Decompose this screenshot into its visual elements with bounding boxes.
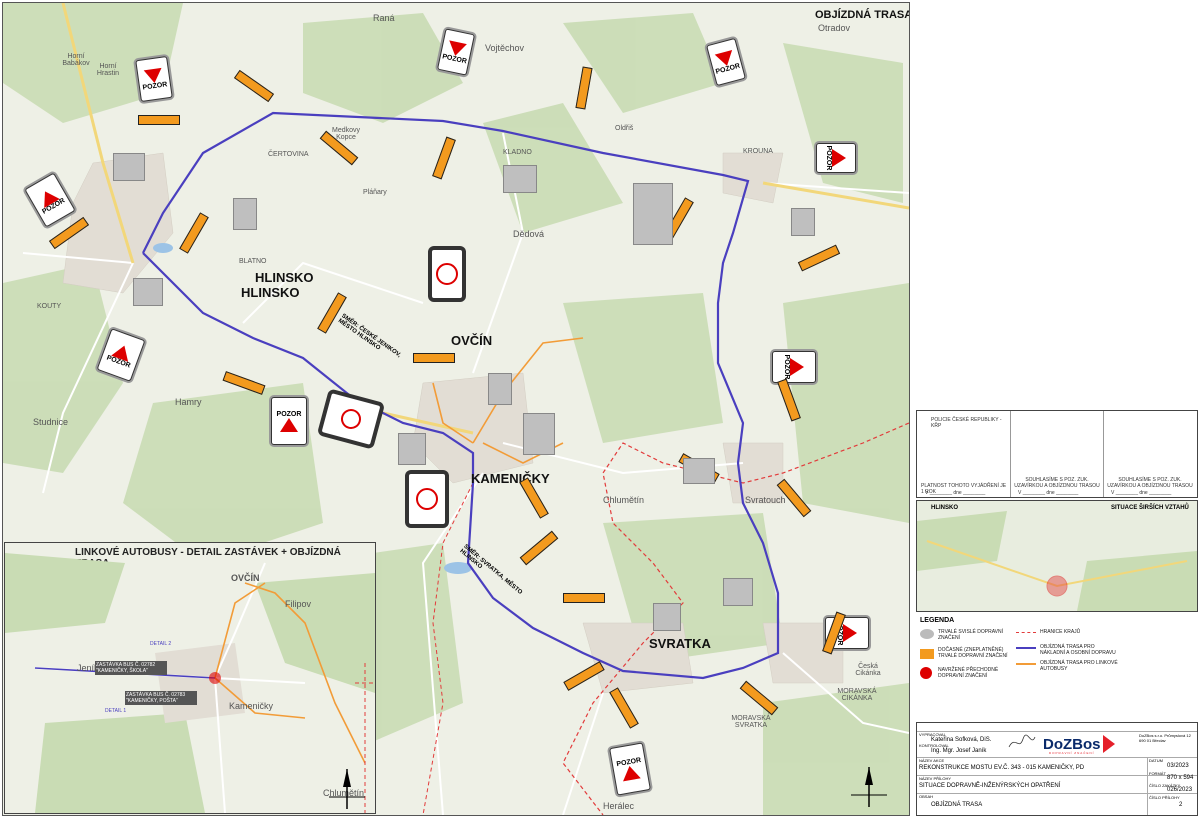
- pozor-sign: POZOR: [271, 397, 307, 445]
- approvals-panel: POLICIE ČESKÉ REPUBLIKY - KŘP PLATNOST T…: [916, 410, 1198, 498]
- existing-sign-group: [633, 183, 673, 245]
- existing-sign-group: [488, 373, 512, 405]
- existing-sign-group: [233, 198, 257, 230]
- detail-label: DETAIL 1: [105, 708, 127, 714]
- existing-sign-group: [398, 433, 426, 465]
- drawing-name: SITUACE DOPRAVNĚ-INŽENÝRSKÝCH OPATŘENÍ: [919, 783, 1061, 789]
- town-heralec: Herálec: [603, 801, 635, 811]
- approval-col-3: SOUHLASÍME S POZ. ZUK. UZAVÍRKOU A OBJÍZ…: [1107, 477, 1193, 496]
- existing-sign-group: [791, 208, 815, 236]
- content-name: OBJÍZDNÁ TRASA: [931, 802, 983, 808]
- town-vojtechov: Vojtěchov: [485, 43, 525, 53]
- town-horni-hrastin: Horní Hrastin: [96, 63, 120, 77]
- region-border-swatch: [1016, 632, 1036, 633]
- appendix-number: 2: [1179, 802, 1183, 808]
- signature: [1007, 733, 1037, 753]
- title-block: VYPRACOVAL Kateřina Sofková, DiS. KONTRO…: [916, 722, 1198, 816]
- bus-detail-inset[interactable]: LINKOVÉ AUTOBUSY - DETAIL ZASTÁVEK + OBJ…: [4, 542, 376, 814]
- bus-route-swatch: [1016, 663, 1036, 665]
- wider-title: SITUACE ŠIRŠÍCH VZTAHŮ: [1111, 505, 1189, 511]
- town-studnice: Studnice: [33, 417, 69, 427]
- bus-stop-label: ZASTÁVKA BUS Č. 02783 "KAMENIČKY, POŠTA": [125, 691, 197, 705]
- bus-stop-label: ZASTÁVKA BUS Č. 02782 "KAMENIČKY, ŠKOLA": [95, 661, 167, 675]
- existing-sign-group: [723, 578, 753, 606]
- legend-title: LEGENDA: [920, 617, 955, 624]
- existing-sign-group: [113, 153, 145, 181]
- order-number: 026/2023: [1167, 787, 1193, 793]
- town-blatno: BLATNO: [239, 258, 267, 265]
- project-name: REKONSTRUKCE MOSTU EV.Č. 343 - 015 KAMEN…: [919, 765, 1085, 771]
- wider-hlinsko: HLINSKO: [931, 505, 958, 511]
- wider-relations-panel: SITUACE ŠIRŠÍCH VZTAHŮ HLINSKO: [916, 500, 1198, 612]
- temp-direction-sign: [413, 353, 455, 363]
- approval-col-2: SOUHLASÍME S POZ. ZUK. UZAVÍRKOU A OBJÍZ…: [1010, 411, 1104, 497]
- town-hamry: Hamry: [175, 397, 202, 407]
- existing-sign-group: [503, 165, 537, 193]
- closure-info-sign: [408, 473, 446, 525]
- town-moravska-cikanka: MORAVSKÁ CIKÁNKA: [837, 688, 877, 702]
- town-planary: Pláňary: [363, 189, 387, 196]
- proposed-sign-icon: [920, 667, 932, 679]
- pozor-sign: POZOR: [135, 55, 173, 103]
- north-arrow-icon: [849, 763, 889, 809]
- town-rana: Raná: [373, 13, 395, 23]
- inset-ovcin: OVČÍN: [231, 573, 260, 583]
- town-hlinsko-1: HLINSKO: [255, 270, 314, 285]
- legend-panel: LEGENDA TRVALÉ SVISLÉ DOPRAVNÍ ZNAČENÍ D…: [920, 617, 1118, 679]
- temporary-sign-icon: [920, 649, 934, 659]
- town-kladno: KLADNO: [503, 149, 532, 156]
- town-ceska-cikanka: Česká Cikánka: [855, 663, 881, 677]
- town-krouna: KROUNA: [743, 148, 773, 155]
- pozor-sign: POZOR: [816, 143, 856, 173]
- existing-sign-group: [523, 413, 555, 455]
- existing-sign-group: [133, 278, 163, 306]
- town-svratka: SVRATKA: [649, 636, 711, 651]
- checker-name: Ing. Mgr. Josef Janík: [931, 748, 987, 754]
- town-certovina: ČERTOVINA: [268, 151, 309, 158]
- town-kamenicky: KAMENIČKY: [471, 471, 550, 486]
- pozor-sign: POZOR: [772, 351, 816, 383]
- format-value: 870 x 594: [1167, 775, 1194, 781]
- detail-label: DETAIL 2: [150, 641, 172, 647]
- date-value: 03/2023: [1167, 763, 1189, 769]
- detour-swatch: [1016, 647, 1036, 649]
- existing-sign-group: [653, 603, 681, 631]
- closure-info-sign: [431, 249, 463, 299]
- temp-direction-sign: [563, 593, 605, 603]
- town-kouty: KOUTY: [37, 303, 62, 310]
- inset-map: [5, 553, 375, 813]
- town-chlumetin: Chlumětín: [603, 495, 645, 505]
- permanent-sign-icon: [920, 629, 934, 639]
- town-horni-babakov: Horní Babákov: [62, 53, 90, 67]
- town-svratouch: Svratouch: [745, 495, 786, 505]
- town-hlinsko-2: HLINSKO: [241, 285, 300, 300]
- town-oldris: Oldřiš: [615, 125, 634, 132]
- inset-filipov: Filipov: [285, 599, 312, 609]
- approval-col-police: POLICIE ČESKÉ REPUBLIKY - KŘP PLATNOST T…: [917, 411, 1011, 497]
- inset-kamenicky: Kameničky: [229, 701, 274, 711]
- north-arrow-icon: [327, 765, 367, 811]
- map-title: OBJÍZDNÁ TRASA: [815, 9, 910, 21]
- existing-sign-group: [683, 458, 715, 484]
- town-ovcin: OVČÍN: [451, 333, 493, 348]
- town-dedova: Dědová: [513, 229, 545, 239]
- temp-direction-sign: [138, 115, 180, 125]
- town-moravska-svratka: MORAVSKÁ SVRATKA: [731, 715, 771, 729]
- town-otradov: Otradov: [818, 23, 851, 33]
